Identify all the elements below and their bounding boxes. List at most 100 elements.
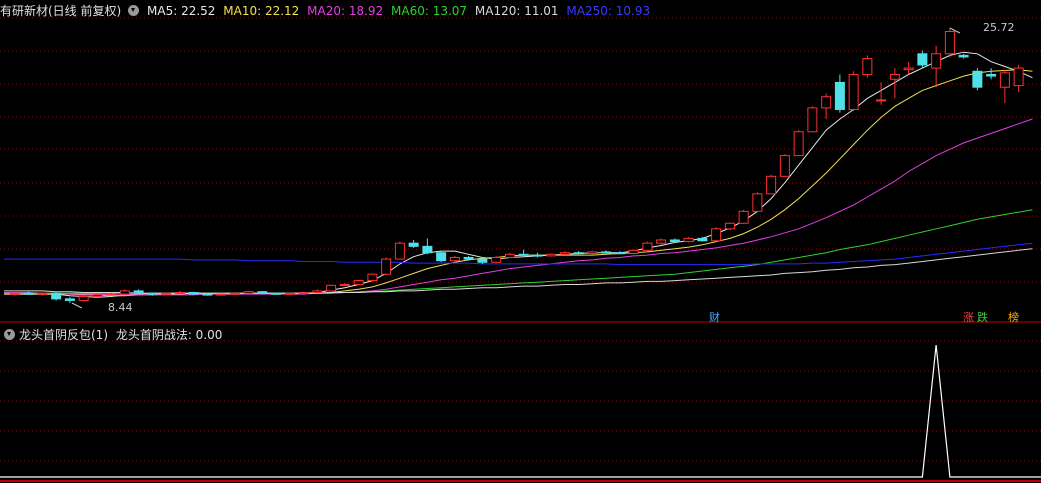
candle[interactable] [532, 252, 543, 258]
candle-body [724, 222, 735, 230]
candle[interactable] [752, 192, 763, 212]
candle[interactable] [422, 238, 433, 255]
candle[interactable] [807, 106, 818, 133]
indicator-panel-header: 龙头首阴反包(1) 龙头首阴战法: 0.00 [0, 326, 226, 344]
candle[interactable] [876, 82, 887, 105]
candle[interactable] [766, 174, 777, 195]
candle[interactable] [119, 289, 130, 295]
candle[interactable] [642, 241, 653, 252]
candle[interactable] [848, 71, 859, 112]
main-panel-header: 有研新材(日线 前复权) MA5: 22.52 MA10: 22.12 MA20… [0, 2, 654, 20]
candle[interactable] [546, 253, 557, 257]
candle[interactable] [284, 292, 295, 295]
candle[interactable] [133, 289, 144, 295]
indicator-grid [0, 340, 1041, 482]
candle-body [9, 292, 20, 295]
candle[interactable] [917, 50, 928, 69]
candle-body [408, 242, 419, 247]
candle[interactable] [257, 290, 268, 295]
candle[interactable] [958, 53, 969, 59]
candle-body [683, 237, 694, 243]
candle[interactable] [559, 251, 570, 256]
candle[interactable] [504, 252, 515, 259]
finance-marker[interactable]: 财 [709, 311, 720, 324]
candle[interactable] [216, 293, 227, 296]
candle[interactable] [931, 45, 942, 88]
candle[interactable] [51, 292, 62, 301]
candlesticks[interactable] [9, 27, 1024, 309]
candle-body [642, 242, 653, 251]
candle-body [106, 293, 117, 296]
candle[interactable] [367, 273, 378, 282]
candle[interactable] [587, 251, 598, 255]
candle-body [573, 252, 584, 255]
candle-body [986, 73, 997, 77]
ma250-label: MA250: 10.93 [566, 4, 651, 18]
candle-body [958, 54, 969, 58]
candle-body [1013, 67, 1024, 87]
candle[interactable] [683, 236, 694, 243]
fall-marker[interactable]: 跌 [977, 311, 988, 324]
candle[interactable] [779, 154, 790, 177]
candle-body [23, 292, 34, 295]
candle[interactable] [724, 222, 735, 231]
candle[interactable] [381, 257, 392, 275]
candle-body [463, 256, 474, 260]
candle[interactable] [573, 251, 584, 255]
candle[interactable] [78, 295, 89, 302]
candle-body [944, 31, 955, 55]
candle[interactable] [889, 68, 900, 99]
candle[interactable] [972, 68, 983, 91]
candle[interactable] [312, 289, 323, 294]
candle[interactable] [999, 69, 1010, 104]
candle-body [51, 292, 62, 300]
candle[interactable] [862, 55, 873, 78]
candle-body [188, 291, 199, 295]
candle[interactable] [1013, 64, 1024, 92]
candle[interactable] [9, 292, 20, 296]
candle[interactable] [821, 93, 832, 120]
dropdown-icon[interactable] [128, 5, 140, 16]
candle[interactable] [339, 282, 350, 287]
candle-body [601, 251, 612, 254]
candle[interactable] [986, 68, 997, 80]
candle[interactable] [518, 249, 529, 256]
candle-body [876, 99, 887, 102]
candle[interactable] [188, 291, 199, 295]
candle[interactable] [64, 297, 75, 303]
candle[interactable] [271, 292, 282, 295]
candle[interactable] [711, 227, 722, 242]
rise-marker[interactable]: 涨 [963, 311, 974, 324]
candle[interactable] [37, 292, 48, 296]
candle[interactable] [353, 279, 364, 286]
candle[interactable] [944, 28, 955, 57]
moving-average-lines [4, 51, 1033, 298]
candle[interactable] [161, 292, 172, 295]
candle[interactable] [628, 249, 639, 255]
candle[interactable] [229, 292, 240, 295]
candle-body [766, 175, 777, 195]
candle[interactable] [298, 291, 309, 295]
candle[interactable] [394, 241, 405, 260]
candle-body [546, 253, 557, 257]
list-marker[interactable]: 榜 [1008, 311, 1019, 324]
candle[interactable] [326, 284, 337, 292]
candle[interactable] [174, 290, 185, 295]
candle-body [779, 155, 790, 177]
candle[interactable] [614, 251, 625, 255]
candle-body [972, 70, 983, 88]
candle-body [216, 293, 227, 296]
candle[interactable] [656, 238, 667, 245]
candle[interactable] [738, 209, 749, 225]
candle[interactable] [92, 294, 103, 298]
candle-body [587, 251, 598, 255]
kline-chart[interactable] [0, 0, 1041, 483]
candle[interactable] [408, 239, 419, 248]
ma120-label: MA120: 11.01 [474, 4, 559, 18]
candle[interactable] [601, 250, 612, 254]
candle[interactable] [436, 251, 447, 263]
candle[interactable] [834, 74, 845, 113]
dropdown-icon[interactable] [4, 329, 15, 340]
candle[interactable] [243, 290, 254, 295]
candle[interactable] [793, 130, 804, 157]
